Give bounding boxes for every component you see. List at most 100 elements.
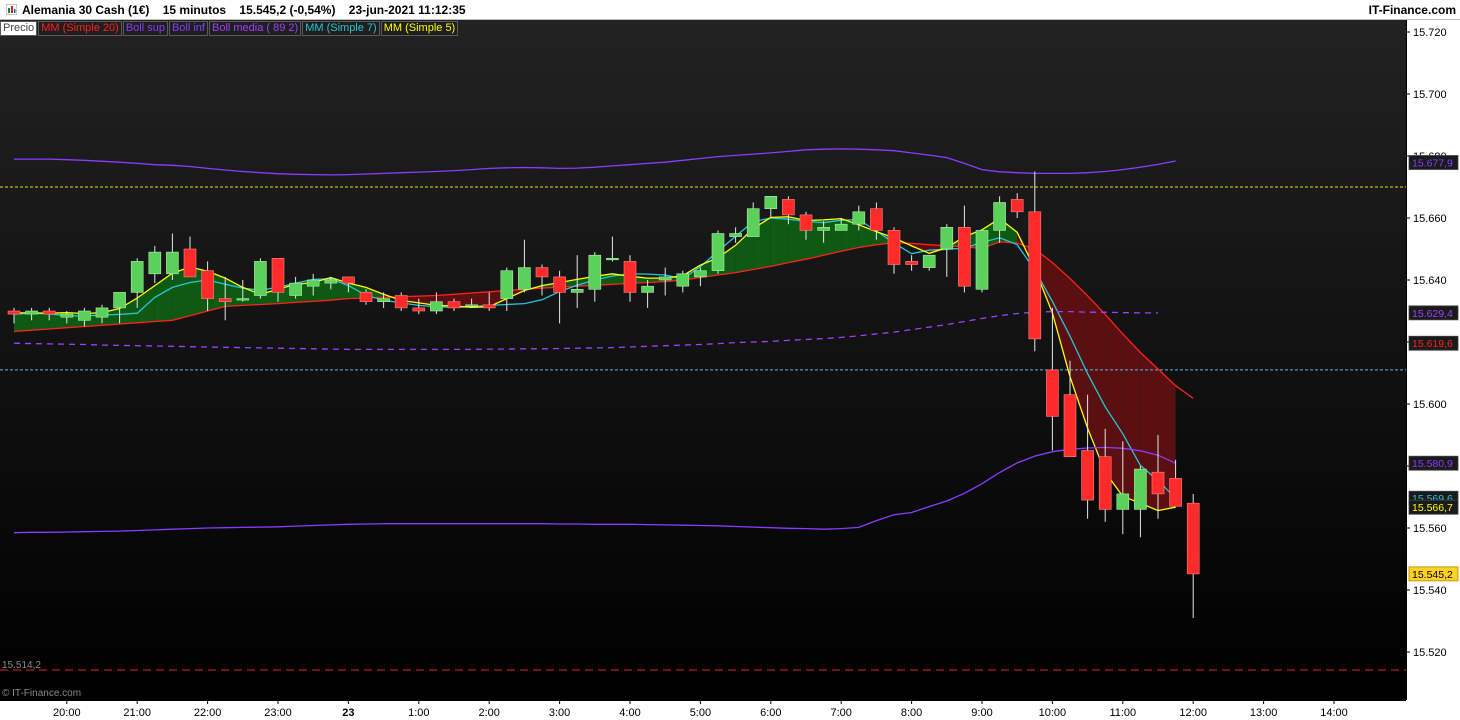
- candle-body: [201, 270, 214, 299]
- candle-body: [606, 257, 619, 261]
- candle-body: [78, 310, 91, 321]
- y-tick-label: 15.600: [1413, 399, 1447, 411]
- candle-body: [306, 279, 320, 287]
- candle-body: [95, 307, 109, 318]
- candle-body: [342, 276, 355, 284]
- y-tick-label: 15.540: [1413, 585, 1447, 597]
- candle-body: [817, 227, 830, 231]
- candle-body: [782, 199, 795, 216]
- ma-fill-segment: [154, 273, 173, 322]
- x-tick-label: 5:00: [690, 707, 711, 719]
- candle-body: [218, 298, 232, 303]
- x-tick-label: 22:00: [194, 707, 222, 719]
- candle-body: [852, 211, 866, 225]
- legend-item-boll-inf[interactable]: Boll inf: [168, 21, 208, 36]
- x-tick-label: 20:00: [53, 707, 81, 719]
- x-tick-label: 23: [342, 707, 354, 719]
- copyright-label: © IT-Finance.com: [2, 688, 82, 699]
- x-tick-label: 14:00: [1320, 707, 1348, 719]
- candle-body: [394, 295, 408, 309]
- candle-body: [588, 254, 602, 290]
- y-tick-label: 15.640: [1413, 275, 1447, 287]
- candle-body: [658, 276, 672, 281]
- candle-body: [764, 196, 778, 210]
- candle-body: [482, 304, 496, 309]
- candle-body: [623, 261, 637, 293]
- price-tag-label: 15.580,9: [1412, 458, 1453, 470]
- x-tick-label: 9:00: [971, 707, 992, 719]
- candle-body: [940, 227, 954, 250]
- x-tick-label: 12:00: [1179, 707, 1207, 719]
- x-tick-label: 2:00: [478, 707, 499, 719]
- candle-body: [183, 248, 197, 278]
- x-tick-label: 11:00: [1109, 707, 1136, 719]
- candle-body: [1116, 493, 1130, 510]
- candle-body: [1028, 211, 1042, 340]
- candle-body: [694, 270, 707, 278]
- candle-body: [1151, 471, 1165, 495]
- candle-body: [430, 301, 443, 312]
- x-tick-label: 8:00: [901, 707, 922, 719]
- legend-item-price[interactable]: Precio: [0, 21, 38, 36]
- candle-body: [1169, 478, 1182, 507]
- candle-body: [1063, 394, 1077, 458]
- candle-body: [518, 267, 531, 290]
- candle-body: [500, 270, 514, 299]
- legend-item-boll-media[interactable]: Boll media ( 89 2): [208, 21, 302, 36]
- ma-fill-segment: [770, 216, 789, 267]
- candle-body: [254, 261, 267, 296]
- series-line: [14, 148, 1176, 176]
- candle-body: [42, 310, 56, 315]
- candle-body: [447, 301, 461, 309]
- candle-body: [271, 257, 285, 293]
- x-tick-label: 3:00: [549, 707, 570, 719]
- candle-body: [922, 254, 936, 268]
- legend-item-sma5[interactable]: MM (Simple 5): [380, 21, 459, 36]
- candlestick-chart[interactable]: 15.72015.70015.68015.66015.64015.62015.6…: [0, 0, 1460, 720]
- candle-body: [676, 273, 690, 287]
- x-tick-label: 23:00: [264, 707, 292, 719]
- x-tick-label: 6:00: [760, 707, 781, 719]
- candle-body: [993, 202, 1006, 231]
- candle-body: [236, 298, 250, 301]
- price-tag-label: 15.629,4: [1412, 308, 1453, 320]
- candle-body: [166, 251, 179, 275]
- x-tick-label: 13:00: [1250, 707, 1278, 719]
- candle-body: [1081, 450, 1094, 501]
- x-tick-label: 7:00: [830, 707, 851, 719]
- ma-fill-segment: [1087, 295, 1106, 473]
- candle-body: [870, 208, 883, 231]
- y-tick-label: 15.660: [1413, 213, 1447, 225]
- candle-body: [60, 313, 74, 318]
- indicator-legend: Precio MM (Simple 20) Boll sup Boll inf …: [0, 21, 459, 36]
- x-tick-label: 10:00: [1039, 707, 1067, 719]
- y-tick-label: 15.700: [1413, 89, 1447, 101]
- session-low-label: 15.514,2: [2, 660, 41, 671]
- candle-body: [799, 214, 813, 231]
- candle-body: [905, 261, 918, 265]
- legend-item-sma7[interactable]: MM (Simple 7): [302, 21, 380, 36]
- y-tick-label: 15.720: [1413, 27, 1447, 39]
- candle-body: [130, 261, 144, 293]
- candle-body: [958, 227, 971, 287]
- candle-body: [887, 230, 901, 265]
- candle-body: [465, 304, 478, 307]
- candle-body: [570, 288, 584, 293]
- price-tag-label: 15.677,9: [1412, 158, 1453, 170]
- candle-body: [1134, 468, 1147, 510]
- x-tick-label: 1:00: [408, 707, 429, 719]
- candle-body: [377, 298, 390, 303]
- series-line: [13, 446, 1176, 534]
- ma-fill-segment: [31, 312, 50, 331]
- candle-body: [324, 279, 338, 284]
- ma-fill-segment: [14, 312, 32, 332]
- candle-body: [1186, 502, 1200, 575]
- legend-item-sma20[interactable]: MM (Simple 20): [38, 21, 122, 36]
- candle-body: [1046, 369, 1059, 417]
- candle-body: [359, 292, 373, 302]
- candle-body: [641, 285, 654, 293]
- candle-body: [25, 310, 38, 315]
- candle-body: [113, 292, 126, 309]
- legend-item-boll-sup[interactable]: Boll sup: [122, 21, 168, 36]
- candle-body: [553, 276, 566, 293]
